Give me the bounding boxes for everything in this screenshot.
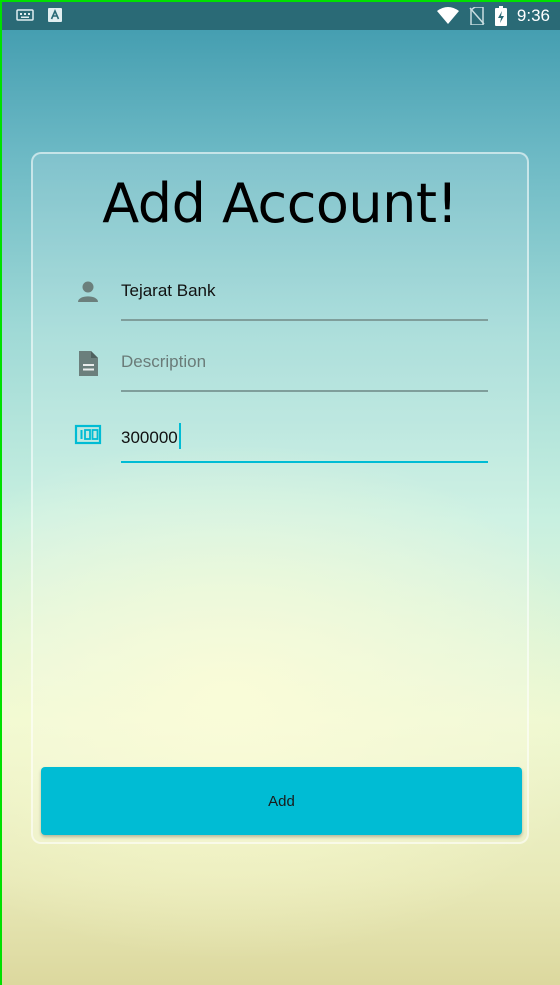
add-button[interactable]: Add (41, 767, 522, 835)
a-notification-icon (48, 8, 62, 22)
keyboard-icon (16, 9, 34, 21)
person-icon (78, 281, 98, 302)
no-sim-icon (469, 7, 485, 25)
description-field[interactable]: Description (74, 350, 488, 406)
amount-underline-active (121, 461, 488, 463)
status-bar: 9:36 (2, 2, 560, 30)
description-placeholder[interactable]: Description (121, 352, 206, 372)
clock-time: 9:36 (516, 6, 550, 25)
page-title: Add Account! (102, 172, 458, 235)
account-name-underline (121, 319, 488, 321)
description-icon (79, 351, 98, 376)
text-cursor (178, 423, 181, 449)
form-card (31, 152, 529, 844)
frame-edge-left (0, 0, 2, 985)
account-name-value[interactable]: Tejarat Bank (121, 281, 216, 301)
amount-value[interactable]: 300000 (121, 428, 178, 447)
account-name-field[interactable]: Tejarat Bank (74, 279, 488, 335)
wifi-icon (436, 7, 459, 24)
description-underline (121, 390, 488, 392)
amount-value-wrap[interactable]: 300000 (121, 423, 181, 449)
battery-icon (494, 6, 507, 26)
money-icon (74, 424, 102, 445)
amount-field[interactable]: 300000 (74, 421, 488, 477)
